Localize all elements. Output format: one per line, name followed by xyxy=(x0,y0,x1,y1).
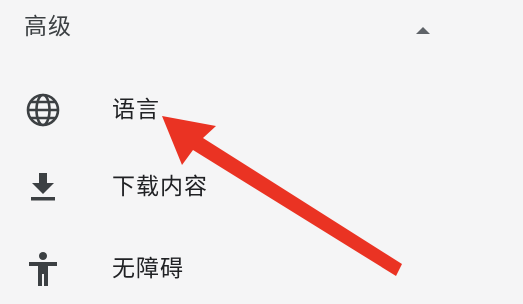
menu-item-language[interactable]: 语言 xyxy=(0,76,523,146)
menu-item-accessibility[interactable]: 无障碍 xyxy=(0,234,523,304)
accessibility-icon xyxy=(24,250,62,288)
collapse-toggle-button[interactable] xyxy=(407,18,439,42)
download-icon xyxy=(24,168,62,206)
menu-item-label: 语言 xyxy=(112,97,160,123)
menu-item-label: 无障碍 xyxy=(112,256,184,282)
advanced-section-header[interactable]: 高级 xyxy=(0,0,523,58)
menu-item-label: 下载内容 xyxy=(112,174,208,200)
chevron-up-icon xyxy=(416,27,430,34)
section-title: 高级 xyxy=(24,14,72,40)
globe-icon xyxy=(24,91,62,129)
menu-item-downloads[interactable]: 下载内容 xyxy=(0,152,523,222)
